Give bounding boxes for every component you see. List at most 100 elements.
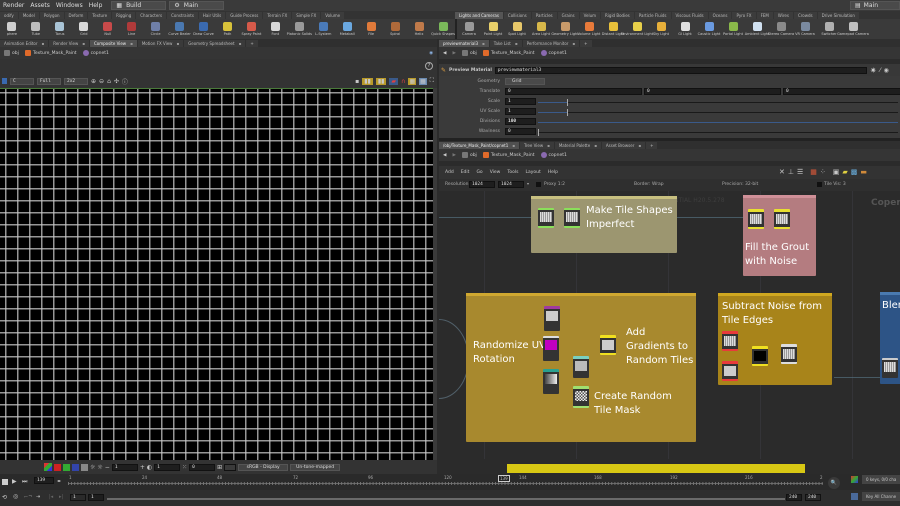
close-tab-icon[interactable]: ▪ <box>130 41 133 46</box>
shelf-tab[interactable]: Texture <box>88 12 112 19</box>
main-right-selector[interactable]: ▤ Main <box>850 1 900 10</box>
shelf-tab[interactable]: Lights and Cameras <box>455 12 503 19</box>
cop-node[interactable] <box>564 208 580 228</box>
fullscreen-icon[interactable]: ⛶ <box>430 77 434 85</box>
plus-icon[interactable]: + <box>140 464 145 471</box>
slider-handle[interactable] <box>566 109 568 116</box>
cop-node[interactable] <box>538 208 554 228</box>
image-icon[interactable]: ▩ <box>851 168 858 176</box>
network-box-blend[interactable]: Blen <box>880 292 900 384</box>
shelf-tool[interactable]: Null <box>97 22 119 36</box>
help-icon[interactable]: ◉ <box>884 67 889 74</box>
network-box-subtract-noise[interactable]: Subtract Noise from Tile Edges <box>718 293 832 385</box>
param-menu[interactable]: Grid <box>505 78 545 85</box>
shelf-tab[interactable]: Particle Fluids <box>634 12 671 19</box>
lut-icon[interactable]: ⊞ <box>217 464 222 471</box>
close-tab-icon[interactable]: ▪ <box>239 41 242 46</box>
network-menu-item[interactable]: Edit <box>461 170 470 175</box>
crumb-obj[interactable]: obj <box>461 152 477 158</box>
crumb-obj[interactable]: obj <box>461 50 477 56</box>
shelf-tab[interactable]: Guide Process <box>226 12 263 19</box>
shelf-tool[interactable]: Spray Paint <box>240 22 262 36</box>
network-menu-item[interactable]: View <box>490 170 501 175</box>
play-icon[interactable]: ▶ <box>12 478 17 485</box>
network-menu-item[interactable]: Tools <box>507 170 518 175</box>
shelf-tool[interactable]: Spiral <box>384 22 406 36</box>
cop-node[interactable] <box>722 361 738 381</box>
gamma-field[interactable]: 1 <box>154 463 181 471</box>
shelf-tool[interactable]: File <box>360 22 382 36</box>
info-icon[interactable]: ⓘ <box>122 77 128 86</box>
shelf-tool[interactable]: Caustic Light <box>698 22 720 36</box>
cop-node[interactable] <box>752 346 768 366</box>
tile-vis-checkbox[interactable] <box>817 182 822 187</box>
menu-assets[interactable]: Assets <box>27 2 53 9</box>
back-icon[interactable]: ◀ <box>443 153 446 158</box>
current-frame-field[interactable]: 139 <box>34 477 54 484</box>
crumb-copnet[interactable]: copnet1 <box>540 152 567 158</box>
start-frame-field[interactable]: 1 <box>70 494 86 501</box>
cop-node[interactable] <box>543 369 559 394</box>
shelf-tab[interactable]: Rigging <box>112 12 136 19</box>
split-view-icon[interactable]: ▮▮ <box>362 77 373 85</box>
param-vector-field[interactable]: 0 <box>644 88 781 95</box>
close-tab-icon[interactable]: ▪ <box>512 143 515 148</box>
help-icon[interactable]: ? <box>425 62 433 70</box>
cop-node[interactable] <box>882 358 898 378</box>
close-tab-icon[interactable]: ▪ <box>482 41 485 46</box>
main-selector[interactable]: ⚙ Main <box>169 1 225 10</box>
key-all-channels-button[interactable]: Key All Channe <box>862 492 900 501</box>
close-tab-icon[interactable]: ▪ <box>594 143 597 148</box>
crumb-texture-mask-paint[interactable]: Texture_Mask_Paint <box>482 152 535 158</box>
shelf-tool[interactable]: Geometry Light <box>551 22 579 36</box>
back-icon[interactable]: ◀ <box>443 51 446 56</box>
shelf-tool[interactable]: Platonic Solids <box>287 22 312 36</box>
crumb-obj[interactable]: obj <box>4 50 19 56</box>
shelf-tab[interactable]: Terrain FX <box>263 12 292 19</box>
network-box-fill-grout[interactable]: Fill the Grout with Noise <box>743 195 816 276</box>
alpha-channel-icon[interactable] <box>81 463 88 471</box>
cop-node[interactable] <box>573 356 589 378</box>
crumb-texture-mask-paint[interactable]: Texture_Mask_Paint <box>24 50 77 56</box>
cop-node[interactable] <box>781 344 797 364</box>
stop-icon[interactable] <box>2 479 8 485</box>
brush-icon[interactable]: ⁄ <box>880 67 881 74</box>
menu-help[interactable]: Help <box>86 2 106 9</box>
audio-scrub-icon[interactable]: 🔍 <box>828 477 840 489</box>
shelf-tool[interactable]: VR Camera <box>794 22 816 36</box>
desktop-selector[interactable]: ▦ Build <box>111 1 167 10</box>
resolution-y-field[interactable]: 1024 <box>498 181 524 188</box>
add-tab-icon[interactable]: + <box>580 40 592 47</box>
param-slider[interactable] <box>538 99 898 106</box>
add-tab-icon[interactable]: + <box>646 142 658 149</box>
shelf-tool[interactable]: Point Light <box>482 22 504 36</box>
range-slider[interactable] <box>107 498 785 500</box>
close-tab-icon[interactable]: ▪ <box>515 41 518 46</box>
grid-layout-icon[interactable]: ▦ <box>419 77 427 85</box>
sticky-note-icon[interactable]: ▰ <box>842 168 847 176</box>
shelf-tab[interactable]: odify <box>0 12 18 19</box>
node-name-field[interactable]: previewmaterial3 <box>494 66 867 74</box>
crumb-copnet[interactable]: copnet1 <box>82 50 109 56</box>
network-box-randomize[interactable]: Randomize UV Rotation Add Gradients to R… <box>466 293 696 442</box>
resolution-menu[interactable]: ▾ <box>527 181 529 186</box>
shelf-tab[interactable]: Velum <box>579 12 601 19</box>
slider-handle[interactable] <box>566 99 568 106</box>
close-tab-icon[interactable]: ▪ <box>42 41 45 46</box>
resolution-select[interactable]: Full <box>37 77 61 85</box>
color-palette-icon[interactable]: ▦ <box>810 168 817 176</box>
frame-icon[interactable]: ✣ <box>114 78 119 85</box>
shelf-tool[interactable]: Quick Shapes <box>431 22 455 36</box>
shelf-tab[interactable]: Collisions <box>503 12 531 19</box>
shelf-tool[interactable]: GI Light <box>674 22 696 36</box>
keyframe-icon[interactable] <box>851 476 858 483</box>
box-header[interactable] <box>466 293 696 296</box>
shelf-tab[interactable]: Model <box>18 12 39 19</box>
view-mode-icon[interactable]: ▪ <box>355 78 359 85</box>
shelf-tool[interactable]: Tube <box>25 22 47 36</box>
cache-range-bar[interactable] <box>507 464 805 473</box>
param-vector-field[interactable]: 0 <box>505 88 642 95</box>
box-header[interactable] <box>880 292 900 295</box>
display-plane-icon[interactable] <box>2 78 7 84</box>
step-icon[interactable]: ◂▸ <box>57 478 61 483</box>
